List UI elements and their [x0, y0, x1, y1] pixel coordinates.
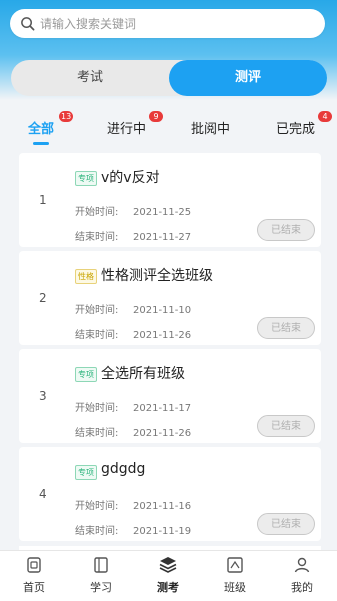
count-badge: 4 [318, 111, 332, 122]
start-time-value: 2021-11-16 [133, 501, 192, 512]
start-time-label: 开始时间: [75, 207, 119, 218]
item-index: 1 [39, 193, 47, 207]
ended-status-button[interactable]: 已结束 [257, 317, 315, 339]
end-time-value: 2021-11-27 [133, 232, 192, 243]
tab-reviewing[interactable]: 批阅中 [191, 118, 230, 137]
type-segmented-control: 考试 测评 [11, 60, 327, 96]
end-time-row: 结束时间: 2021-11-26 [75, 326, 191, 341]
list-item[interactable]: 4 专项 gdgdg 开始时间: 2021-11-16 结束时间: 2021-11-… [19, 447, 321, 541]
tab-completed[interactable]: 已完成 4 [276, 111, 332, 137]
user-icon [294, 557, 310, 573]
start-time-row: 开始时间: 2021-11-25 [75, 203, 191, 218]
item-title: 全选所有班级 [101, 366, 185, 382]
list-item[interactable]: 2 性格 性格测评全选班级 开始时间: 2021-11-10 结束时间: 2021-… [19, 251, 321, 345]
end-time-row: 结束时间: 2021-11-19 [75, 522, 191, 537]
item-tag: 专项 [75, 367, 97, 382]
item-title: gdgdg [101, 461, 146, 477]
start-time-value: 2021-11-17 [133, 403, 192, 414]
item-tag: 性格 [75, 269, 97, 284]
start-time-label: 开始时间: [75, 305, 119, 316]
nav-label: 测考 [157, 581, 179, 594]
ended-status-button[interactable]: 已结束 [257, 219, 315, 241]
start-time-value: 2021-11-10 [133, 305, 192, 316]
item-index: 2 [39, 291, 47, 305]
end-time-label: 结束时间: [75, 428, 119, 439]
tab-label: 已完成 [276, 122, 316, 137]
item-title: v的v反对 [101, 170, 160, 186]
nav-study[interactable]: 学习 [71, 551, 131, 601]
search-icon [21, 17, 35, 31]
tab-all[interactable]: 全部 13 [28, 111, 74, 137]
active-tab-indicator [33, 142, 49, 145]
nav-label: 首页 [23, 581, 45, 594]
start-time-label: 开始时间: [75, 501, 119, 512]
nav-home[interactable]: 首页 [4, 551, 64, 601]
item-index: 4 [39, 487, 47, 501]
end-time-row: 结束时间: 2021-11-27 [75, 228, 191, 243]
start-time-label: 开始时间: [75, 403, 119, 414]
end-time-row: 结束时间: 2021-11-26 [75, 424, 191, 439]
layers-icon [159, 557, 177, 573]
item-tag: 专项 [75, 465, 97, 480]
tab-label: 批阅中 [191, 122, 231, 137]
segment-assessment-button[interactable]: 测评 [169, 60, 327, 96]
end-time-value: 2021-11-26 [133, 330, 192, 341]
search-bar[interactable] [10, 9, 325, 38]
bottom-navigation: 首页 学习 测考 班级 我的 [0, 550, 337, 601]
tab-in-progress[interactable]: 进行中 9 [107, 111, 163, 137]
start-time-row: 开始时间: 2021-11-16 [75, 497, 191, 512]
segment-exam-button[interactable]: 考试 [11, 60, 169, 96]
nav-label: 班级 [224, 581, 246, 594]
nav-class[interactable]: 班级 [205, 551, 265, 601]
tab-label: 进行中 [107, 122, 147, 137]
nav-mine[interactable]: 我的 [272, 551, 332, 601]
end-time-value: 2021-11-19 [133, 526, 192, 537]
start-time-value: 2021-11-25 [133, 207, 192, 218]
book-icon [94, 557, 108, 573]
tab-label: 全部 [28, 122, 55, 137]
nav-label: 我的 [291, 581, 313, 594]
status-tabs: 全部 13 进行中 9 批阅中 已完成 4 [0, 108, 337, 148]
start-time-row: 开始时间: 2021-11-17 [75, 399, 191, 414]
list-item[interactable]: 3 专项 全选所有班级 开始时间: 2021-11-17 结束时间: 2021-11… [19, 349, 321, 443]
ended-status-button[interactable]: 已结束 [257, 415, 315, 437]
class-icon [227, 557, 243, 573]
item-tag: 专项 [75, 171, 97, 186]
count-badge: 13 [59, 111, 74, 122]
count-badge: 9 [149, 111, 163, 122]
end-time-label: 结束时间: [75, 526, 119, 537]
item-title: 性格测评全选班级 [101, 268, 213, 284]
list-item[interactable]: 1 专项 v的v反对 开始时间: 2021-11-25 结束时间: 2021-11-… [19, 153, 321, 247]
ended-status-button[interactable]: 已结束 [257, 513, 315, 535]
end-time-label: 结束时间: [75, 232, 119, 243]
home-icon [27, 557, 41, 573]
start-time-row: 开始时间: 2021-11-10 [75, 301, 191, 316]
end-time-value: 2021-11-26 [133, 428, 192, 439]
end-time-label: 结束时间: [75, 330, 119, 341]
nav-label: 学习 [90, 581, 112, 594]
search-input[interactable] [40, 9, 310, 38]
nav-test[interactable]: 测考 [138, 551, 198, 601]
item-index: 3 [39, 389, 47, 403]
